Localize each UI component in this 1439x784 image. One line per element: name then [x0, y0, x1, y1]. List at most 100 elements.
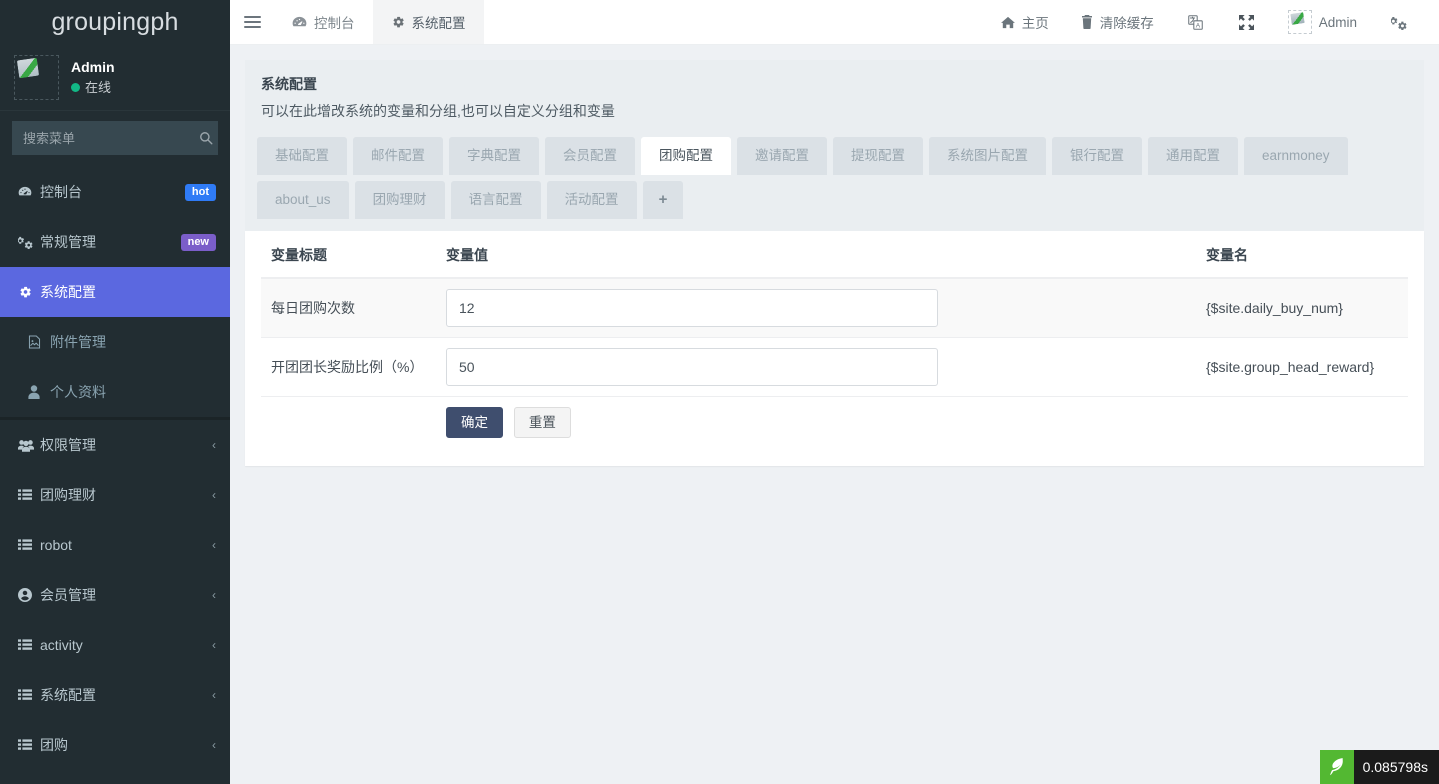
user-status: 在线 — [71, 79, 115, 97]
config-tab-8[interactable]: 银行配置 — [1052, 137, 1142, 175]
user-circle-icon — [18, 588, 40, 602]
sidebar-menu-item: 团购理财‹ — [0, 470, 230, 520]
gear-icon — [391, 15, 405, 29]
config-value-input[interactable] — [446, 289, 938, 327]
config-tab-10[interactable]: earnmoney — [1244, 137, 1348, 175]
config-tab-9[interactable]: 通用配置 — [1148, 137, 1238, 175]
sidebar-menu-item: 权限管理‹ — [0, 420, 230, 470]
users-icon — [18, 439, 40, 452]
search-icon[interactable] — [199, 131, 213, 145]
broken-image-icon — [14, 55, 59, 100]
fullscreen-button[interactable] — [1221, 0, 1272, 45]
sidebar-item-8[interactable]: 会员管理‹ — [0, 570, 230, 620]
header-tab-label: 系统配置 — [412, 12, 466, 32]
config-tab-12[interactable]: 团购理财 — [355, 181, 445, 219]
gears-settings-icon — [1391, 15, 1407, 30]
config-tab-7[interactable]: 系统图片配置 — [929, 137, 1046, 175]
sidebar-item-0[interactable]: 控制台hot — [0, 167, 230, 217]
sidebar: groupingph Admin 在线 控制台hot常规管理new系统配置附件管… — [0, 0, 230, 784]
sidebar-item-label: 系统配置 — [40, 282, 216, 302]
sidebar-search — [0, 111, 230, 167]
add-tab-button[interactable]: + — [643, 181, 684, 219]
settings-button[interactable] — [1373, 0, 1425, 45]
user-menu-button[interactable]: Admin — [1272, 0, 1373, 45]
user-icon — [28, 385, 50, 399]
page-load-time: 0.085798s — [1354, 759, 1439, 775]
brand-logo[interactable]: groupingph — [0, 0, 230, 45]
form-actions-row: 确定 重置 — [261, 397, 1408, 449]
chevron-left-icon: ‹ — [212, 438, 216, 452]
user-panel: Admin 在线 — [0, 45, 230, 111]
chevron-left-icon: ‹ — [212, 488, 216, 502]
config-tab-2[interactable]: 字典配置 — [449, 137, 539, 175]
page-load-badge[interactable]: 0.085798s — [1320, 750, 1439, 784]
sidebar-item-6[interactable]: 团购理财‹ — [0, 470, 230, 520]
svg-text:A: A — [1195, 22, 1200, 29]
sidebar-menu-item: 系统配置‹ — [0, 670, 230, 720]
config-tab-13[interactable]: 语言配置 — [451, 181, 541, 219]
config-value-input[interactable] — [446, 348, 938, 386]
page-description: 可以在此增改系统的变量和分组,也可以自定义分组和变量 — [261, 101, 1408, 121]
reset-button[interactable]: 重置 — [514, 407, 571, 438]
avatar[interactable] — [14, 55, 59, 100]
config-tab-0[interactable]: 基础配置 — [257, 137, 347, 175]
table-row: 开团团长奖励比例（%）{$site.group_head_reward} — [261, 338, 1408, 397]
clear-cache-button[interactable]: 清除缓存 — [1065, 0, 1170, 45]
gear-icon — [18, 285, 40, 299]
home-button[interactable]: 主页 — [985, 0, 1065, 45]
table-row: 每日团购次数{$site.daily_buy_num} — [261, 278, 1408, 338]
language-icon: A — [1188, 15, 1203, 30]
header-tab-system-config[interactable]: 系统配置 — [373, 0, 484, 44]
header-right-actions: 主页 清除缓存 A — [985, 0, 1439, 44]
user-status-label: 在线 — [85, 79, 111, 97]
config-tab-4[interactable]: 团购配置 — [641, 137, 731, 175]
top-header: 控制台 系统配置 主页 清除缓存 — [230, 0, 1439, 45]
sidebar-item-11[interactable]: 团购‹ — [0, 720, 230, 770]
sidebar-item-badge: new — [181, 234, 216, 251]
row-varname: {$site.group_head_reward} — [1196, 338, 1408, 397]
config-tab-11[interactable]: about_us — [257, 181, 349, 219]
config-tab-1[interactable]: 邮件配置 — [353, 137, 443, 175]
sidebar-item-5[interactable]: 权限管理‹ — [0, 420, 230, 470]
col-header-value: 变量值 — [436, 231, 1196, 278]
list-icon — [18, 739, 40, 751]
online-dot-icon — [71, 83, 80, 92]
sidebar-item-9[interactable]: activity‹ — [0, 620, 230, 670]
chevron-left-icon: ‹ — [212, 638, 216, 652]
sidebar-item-3[interactable]: 附件管理 — [0, 317, 230, 367]
sidebar-item-label: 会员管理 — [40, 585, 212, 605]
list-icon — [18, 539, 40, 551]
user-menu-label: Admin — [1319, 15, 1357, 30]
config-tab-6[interactable]: 提现配置 — [833, 137, 923, 175]
chevron-left-icon: ‹ — [212, 588, 216, 602]
sidebar-item-7[interactable]: robot‹ — [0, 520, 230, 570]
sidebar-menu-item: 个人资料 — [0, 367, 230, 417]
sidebar-item-label: 常规管理 — [40, 232, 181, 252]
hamburger-icon[interactable] — [230, 0, 274, 44]
sidebar-item-10[interactable]: 系统配置‹ — [0, 670, 230, 720]
actions-cell: 确定 重置 — [436, 397, 1196, 449]
col-header-title: 变量标题 — [261, 231, 436, 278]
config-tab-14[interactable]: 活动配置 — [547, 181, 637, 219]
search-input[interactable] — [23, 131, 199, 146]
config-tab-5[interactable]: 邀请配置 — [737, 137, 827, 175]
sidebar-item-1[interactable]: 常规管理new — [0, 217, 230, 267]
user-name: Admin — [71, 58, 115, 77]
header-tab-dashboard[interactable]: 控制台 — [274, 0, 373, 44]
trash-icon — [1081, 15, 1093, 29]
sidebar-menu-item: activity‹ — [0, 620, 230, 670]
sidebar-item-4[interactable]: 个人资料 — [0, 367, 230, 417]
sidebar-menu-item: 团购‹ — [0, 720, 230, 770]
actions-spacer — [261, 397, 436, 449]
sidebar-item-label: activity — [40, 637, 212, 653]
config-table: 变量标题 变量值 变量名 每日团购次数{$site.daily_buy_num}… — [261, 231, 1408, 448]
config-tab-3[interactable]: 会员配置 — [545, 137, 635, 175]
col-header-varname: 变量名 — [1196, 231, 1408, 278]
language-switch-button[interactable]: A — [1170, 0, 1221, 45]
sidebar-menu-item: 常规管理new — [0, 217, 230, 267]
list-icon — [18, 689, 40, 701]
sidebar-item-label: robot — [40, 537, 212, 553]
sidebar-menu-item: 控制台hot — [0, 167, 230, 217]
sidebar-item-2[interactable]: 系统配置 — [0, 267, 230, 317]
submit-button[interactable]: 确定 — [446, 407, 503, 438]
